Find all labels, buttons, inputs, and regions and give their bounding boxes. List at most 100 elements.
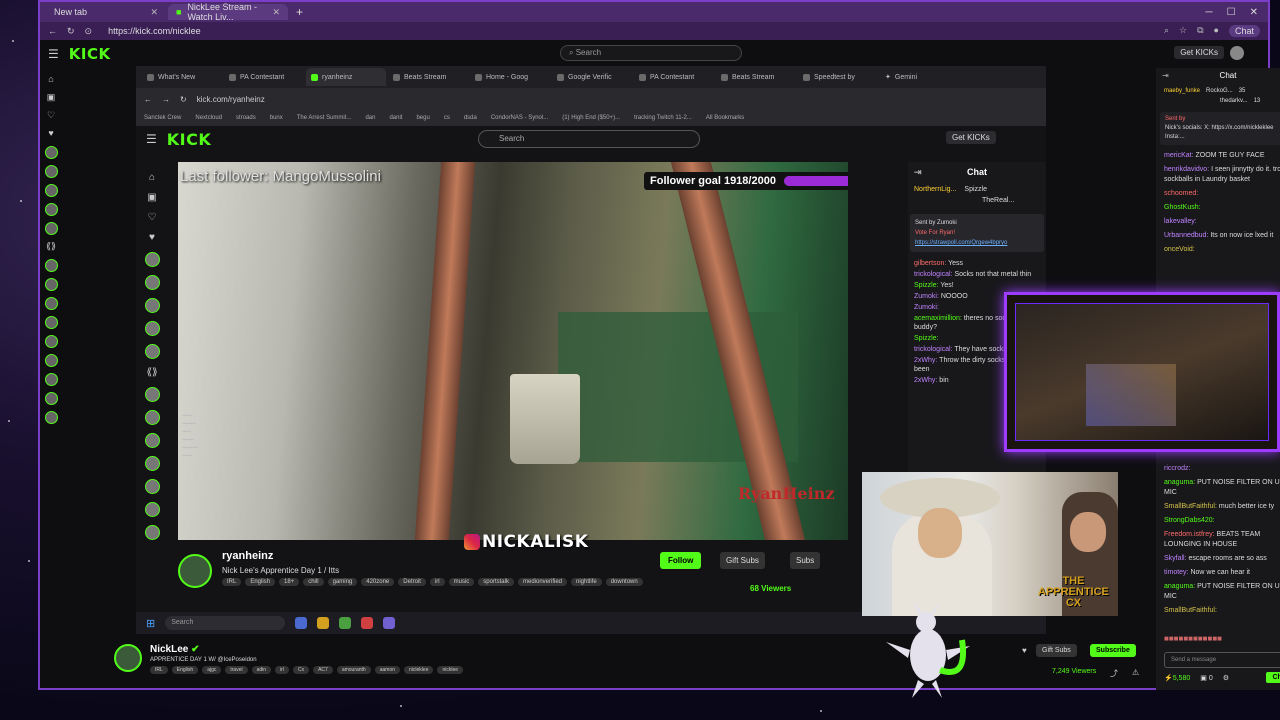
stream-tag[interactable]: 18+ — [279, 578, 300, 586]
stream-tag[interactable]: chill — [303, 578, 324, 586]
followed-channel-avatar[interactable] — [44, 146, 58, 159]
chat-username[interactable]: GhostKush: — [1164, 204, 1201, 211]
chat-username[interactable]: mericKat: — [1164, 152, 1194, 159]
stream-tag[interactable]: IRL — [150, 666, 168, 674]
streamer-name[interactable]: NickLee ✔ — [150, 644, 200, 655]
gift-subs-button[interactable]: Gift Subs — [1036, 644, 1077, 657]
bookmark-star-icon[interactable]: ☆ — [1179, 25, 1187, 37]
chat-username[interactable]: Spizzle: — [914, 282, 939, 289]
stream-tag[interactable]: travel — [225, 666, 248, 674]
subscribe-button[interactable]: Subscribe — [1090, 644, 1136, 657]
back-icon[interactable]: ← — [48, 26, 57, 36]
stream-tag[interactable]: downtown — [605, 578, 643, 586]
stream-tag[interactable]: amouranth — [336, 666, 371, 674]
send-chat-button[interactable]: Chat — [1266, 672, 1280, 683]
maximize-icon[interactable]: ☐ — [1227, 7, 1236, 18]
stream-tag[interactable]: ajgc — [202, 666, 222, 674]
chat-username[interactable]: acemaximillion: — [914, 315, 962, 322]
chat-username[interactable]: lakevalley: — [1164, 218, 1197, 225]
recommended-channel-avatar[interactable] — [44, 316, 58, 329]
new-tab-plus-icon[interactable]: + — [290, 5, 309, 19]
stream-tag[interactable]: gaming — [327, 578, 358, 586]
zoom-icon[interactable]: ⌕ — [1164, 25, 1169, 37]
stream-tag[interactable]: irl — [429, 578, 445, 586]
pin-text[interactable]: Nick's socials: X: https://x.com/nicklek… — [1165, 124, 1280, 142]
chat-settings-icon[interactable]: ⚙ — [1223, 674, 1229, 682]
recommended-channel-avatar[interactable] — [44, 259, 58, 272]
stream-tag[interactable]: Cx — [292, 666, 310, 674]
tab-new-tab[interactable]: New tab ✕ — [46, 4, 166, 20]
chat-username[interactable]: Zumoki: — [914, 293, 939, 300]
chat-username[interactable]: schoomed: — [1164, 190, 1198, 197]
report-icon[interactable]: ⚠ — [1132, 668, 1139, 677]
stream-tag[interactable]: AC7 — [313, 666, 333, 674]
chat-username[interactable]: Skyfall: — [1164, 555, 1187, 562]
reload-icon[interactable]: ↻ — [67, 26, 75, 37]
profile-icon[interactable]: ● — [1214, 25, 1219, 37]
chat-username[interactable]: Freedom.istfrey: — [1164, 531, 1215, 538]
stream-tag[interactable]: English — [171, 666, 199, 674]
recommended-channel-avatar[interactable] — [44, 373, 58, 386]
followed-channel-avatar[interactable] — [44, 184, 58, 197]
heart-icon[interactable]: ♥ — [1022, 646, 1027, 655]
followed-channel-avatar[interactable] — [44, 165, 58, 178]
chat-username[interactable]: Urbannedbud: — [1164, 232, 1208, 239]
home-icon[interactable]: ⌂ — [48, 74, 53, 86]
chat-username[interactable]: SmallButFaithful: — [1164, 503, 1217, 510]
chat-username[interactable]: anaguma: — [1164, 479, 1195, 486]
stream-tag[interactable]: IRL — [222, 578, 242, 586]
stream-tag[interactable]: music — [448, 578, 475, 586]
chat-username[interactable]: Spizzle: — [914, 335, 939, 342]
recommended-channel-avatar[interactable] — [44, 278, 58, 291]
stream-tag[interactable]: aamon — [374, 666, 401, 674]
recommended-channel-avatar[interactable] — [44, 354, 58, 367]
chat-username[interactable]: 2xWhy: — [914, 357, 937, 364]
stream-tag[interactable]: 420zone — [361, 578, 395, 586]
chat-username[interactable]: Zumoki: — [914, 304, 939, 311]
chat-username[interactable]: riccrodz: — [1164, 465, 1190, 472]
search-input[interactable]: ⌕ Search — [560, 45, 742, 61]
address-field[interactable]: https://kick.com/nicklee — [102, 24, 1154, 38]
stream-tag[interactable]: irl — [275, 666, 289, 674]
close-icon[interactable]: ✕ — [272, 7, 280, 18]
stream-tag[interactable]: nicklee — [437, 666, 464, 674]
share-icon[interactable]: ⤴ — [1110, 668, 1118, 679]
stream-tag[interactable]: medionverified — [517, 578, 568, 586]
chat-pill-button[interactable]: Chat — [1228, 25, 1260, 37]
chat-username[interactable]: trickological: — [914, 271, 953, 278]
chat-username[interactable]: onceVoid: — [1164, 246, 1195, 253]
menu-icon[interactable]: ☰ — [48, 47, 59, 61]
top-gifter-name[interactable]: maeby_funke — [1164, 88, 1200, 94]
collapse-chat-icon[interactable]: ⇥ — [1162, 68, 1169, 84]
followed-channel-avatar[interactable] — [44, 203, 58, 216]
streamer-avatar[interactable] — [114, 644, 142, 672]
get-kicks-button[interactable]: Get KICKs — [1174, 46, 1224, 59]
stream-tag[interactable]: English — [245, 578, 276, 586]
kick-logo[interactable]: KICK — [69, 45, 111, 63]
minimize-icon[interactable]: ─ — [1206, 7, 1213, 18]
recommended-channel-avatar[interactable] — [44, 297, 58, 310]
recommended-channel-avatar[interactable] — [44, 411, 58, 424]
tab-nicklee-stream[interactable]: ■ NickLee Stream - Watch Liv... ✕ — [168, 2, 288, 22]
stream-tag[interactable]: adin — [251, 666, 272, 674]
chat-username[interactable]: StrongDabs420: — [1164, 517, 1215, 524]
user-avatar[interactable] — [1230, 46, 1244, 60]
recommended-channel-avatar[interactable] — [44, 335, 58, 348]
extensions-icon[interactable]: ⧉ — [1197, 25, 1203, 37]
browse-icon[interactable]: ▣ — [47, 92, 56, 104]
chat-username[interactable]: 2xWhy: — [914, 377, 937, 384]
stream-tag[interactable]: Detroit — [398, 578, 426, 586]
recommended-channel-avatar[interactable] — [44, 392, 58, 405]
stream-tag[interactable]: nicleklee — [404, 666, 434, 674]
chat-username[interactable]: gilbertson: — [914, 260, 946, 267]
chat-username[interactable]: trickological: — [914, 346, 953, 353]
close-icon[interactable]: ✕ — [150, 7, 158, 18]
close-window-icon[interactable]: ✕ — [1250, 7, 1258, 18]
followed-channel-avatar[interactable] — [44, 222, 58, 235]
following-heart-icon[interactable]: ♡ — [47, 110, 55, 122]
site-info-icon[interactable]: ⊙ — [85, 26, 93, 37]
chat-message-input[interactable]: Send a message — [1164, 652, 1280, 668]
stream-tag[interactable]: sportstalk — [478, 578, 514, 586]
chat-username[interactable]: anaguma: — [1164, 583, 1195, 590]
stream-tag[interactable]: nightlife — [571, 578, 602, 586]
